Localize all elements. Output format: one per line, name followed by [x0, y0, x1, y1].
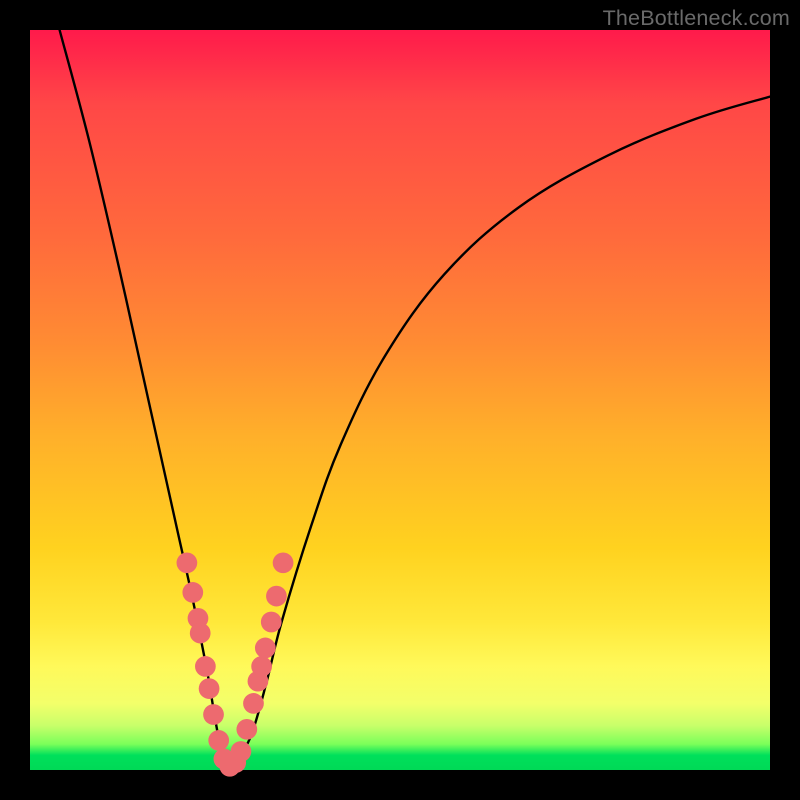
watermark-text: TheBottleneck.com [603, 6, 790, 31]
sample-dot [255, 638, 276, 659]
sample-dots-group [177, 552, 294, 776]
sample-dot [243, 693, 264, 714]
sample-dot [203, 704, 224, 725]
sample-dot [251, 656, 272, 677]
sample-dot [177, 552, 198, 573]
bottleneck-curve [60, 30, 770, 770]
sample-dot [190, 623, 211, 644]
sample-dot [231, 741, 252, 762]
sample-dot [266, 586, 287, 607]
plot-area [30, 30, 770, 770]
sample-dot [208, 730, 229, 751]
sample-dot [261, 612, 282, 633]
sample-dot [182, 582, 203, 603]
chart-svg [30, 30, 770, 770]
chart-frame: TheBottleneck.com [0, 0, 800, 800]
sample-dot [273, 552, 294, 573]
sample-dot [195, 656, 216, 677]
sample-dot [199, 678, 220, 699]
sample-dot [236, 719, 257, 740]
